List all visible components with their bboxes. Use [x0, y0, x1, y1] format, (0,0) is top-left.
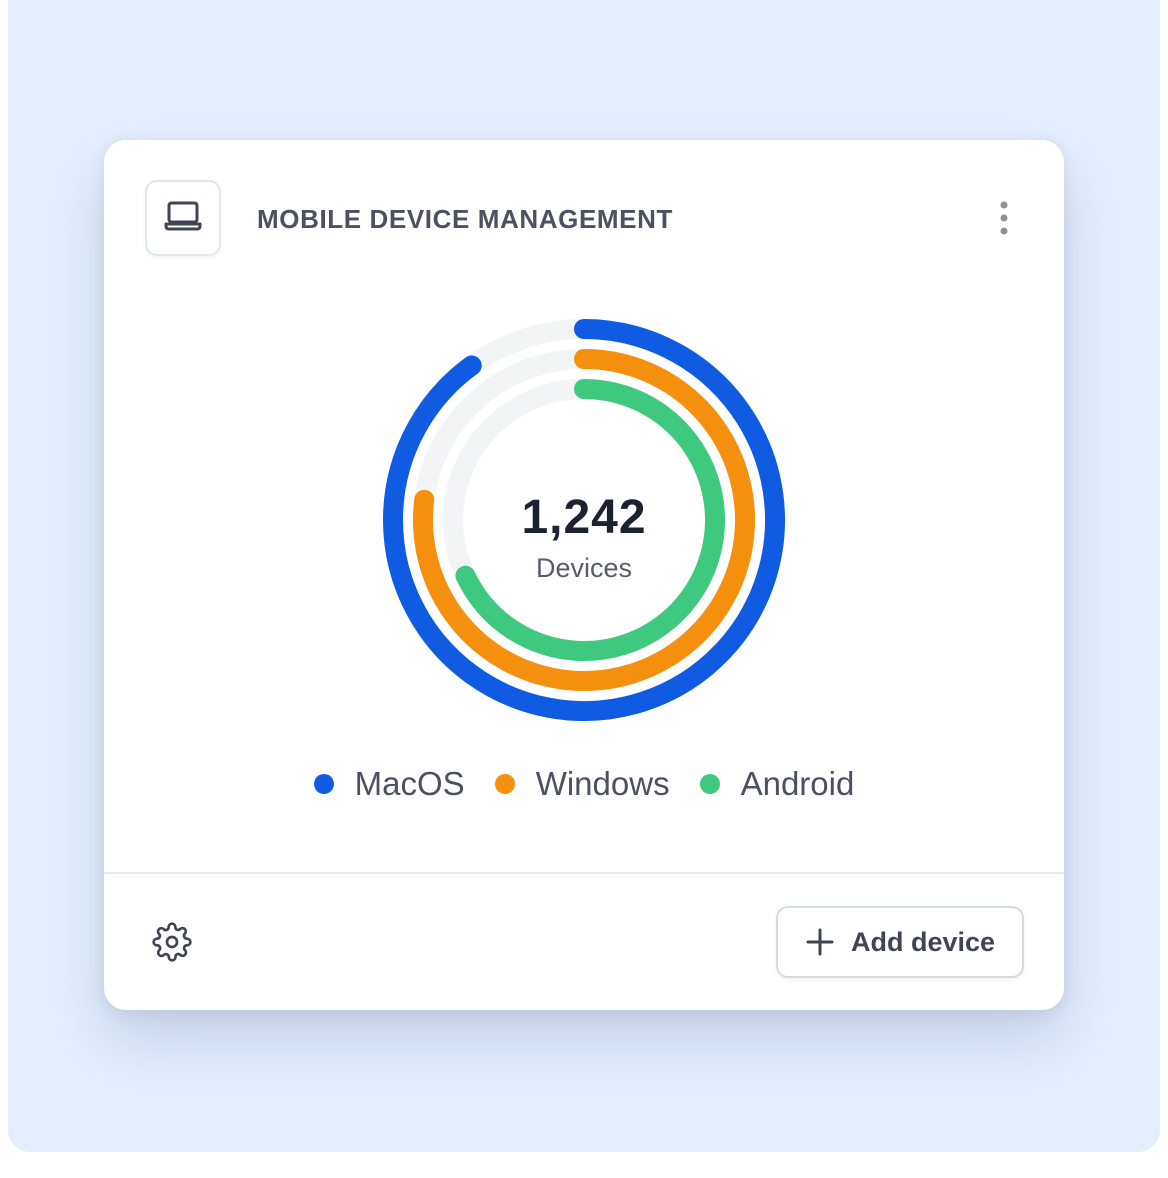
legend-label-macos: MacOS: [354, 765, 465, 802]
legend-item-macos: MacOS: [313, 764, 465, 804]
legend-item-android: Android: [699, 764, 855, 804]
gear-icon: [152, 921, 192, 967]
add-device-label: Add device: [850, 926, 996, 957]
plus-icon: [805, 927, 835, 957]
more-vertical-icon: [999, 201, 1009, 240]
legend-item-windows: Windows: [494, 764, 670, 804]
mdm-widget-card: MOBILE DEVICE MANAGEMENT 1,242 Devices M…: [104, 140, 1064, 1010]
legend-dot-android: [699, 774, 720, 794]
device-total-label: Devices: [535, 553, 633, 583]
footer-divider: [104, 872, 1064, 874]
widget-title: MOBILE DEVICE MANAGEMENT: [257, 204, 673, 234]
chart-legend: MacOS Windows Android: [104, 764, 1064, 804]
legend-label-android: Android: [740, 765, 855, 802]
device-total: 1,242: [521, 491, 647, 544]
legend-label-windows: Windows: [535, 765, 670, 802]
settings-button[interactable]: [150, 921, 194, 967]
legend-dot-macos: [313, 774, 334, 794]
laptop-icon: [163, 199, 203, 238]
header-icon-box: [145, 180, 221, 256]
add-device-button[interactable]: Add device: [776, 906, 1024, 978]
more-options-button[interactable]: [988, 198, 1020, 242]
legend-dot-windows: [494, 774, 515, 794]
